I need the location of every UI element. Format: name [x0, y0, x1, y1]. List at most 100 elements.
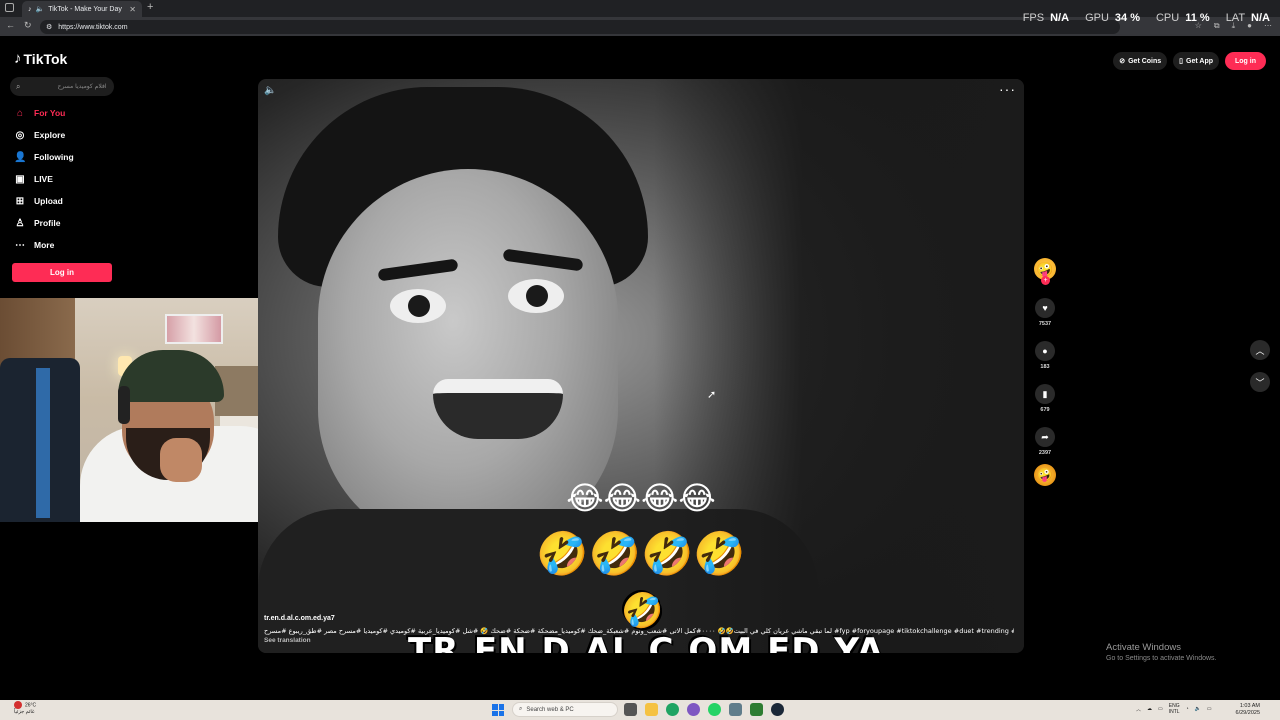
live-icon: ▣ — [15, 173, 25, 185]
back-icon[interactable]: ← — [6, 20, 15, 30]
emoji-row-rofl: 🤣🤣🤣🤣 — [536, 529, 746, 578]
speaker-tray-icon[interactable]: 🔈 — [1195, 706, 1201, 712]
phone-icon: ▯ — [1179, 58, 1184, 65]
sidebar-item-label: Upload — [34, 196, 63, 206]
video-author[interactable]: tr.en.d.al.c.om.ed.ya7 — [264, 615, 335, 622]
gpu-stat: GPU 34 % — [1085, 12, 1140, 24]
user-follow-icon: 👤 — [14, 151, 27, 163]
author-avatar[interactable]: 🤪 + — [1034, 258, 1056, 285]
share-arrow-icon: ➦ — [1041, 431, 1049, 442]
like-button[interactable]: ♥ — [1035, 298, 1055, 318]
sidebar-item-upload[interactable]: ⊞ Upload — [14, 190, 74, 212]
tab-title: TikTok - Make Your Day — [48, 5, 122, 13]
network-icon[interactable]: ▭ — [1158, 706, 1163, 712]
sidebar-item-for-you[interactable]: ⌂ For You — [14, 102, 74, 124]
comment-button[interactable]: ● — [1035, 341, 1055, 361]
music-disc-icon[interactable]: 🤪 — [1034, 464, 1056, 486]
cloud-icon[interactable]: ☁ — [1147, 706, 1152, 712]
video-actions: 🤪 + ♥ 7537 ● 183 ▮ 679 ➦ 2397 🤪 — [1033, 258, 1057, 486]
sidebar-item-label: For You — [34, 108, 66, 118]
new-tab-button[interactable]: + — [147, 1, 153, 13]
video-player[interactable]: 🔈 ··· 😂😂😂😂 🤣🤣🤣🤣 🤣 TR.EN.D.AL.C.OM.ED.YA … — [258, 79, 1024, 653]
weather-desc: غائم جزئياً — [14, 709, 35, 716]
volume-icon[interactable]: 🔈 — [264, 85, 276, 96]
tab-actions-icon[interactable] — [5, 3, 14, 12]
browser-tab[interactable]: ♪ 🔈 TikTok - Make Your Day ✕ — [22, 1, 142, 17]
search-input[interactable] — [26, 83, 107, 90]
taskbar-apps — [624, 703, 784, 716]
coin-icon: ⊘ — [1119, 58, 1126, 65]
wall-painting — [165, 314, 223, 344]
sidebar-item-more[interactable]: ⋯ More — [14, 234, 74, 256]
taskbar-search[interactable]: ⌕ Search web & PC — [512, 702, 618, 717]
share-button[interactable]: ➦ — [1035, 427, 1055, 447]
plus-square-icon: ⊞ — [15, 195, 25, 207]
file-explorer-icon[interactable] — [645, 703, 658, 716]
battery-icon[interactable]: ▭ — [1207, 706, 1212, 712]
person-icon: ♙ — [15, 217, 25, 229]
bookmark-icon: ▮ — [1042, 388, 1048, 399]
get-app-button[interactable]: ▯ Get App — [1173, 52, 1219, 70]
see-translation-link[interactable]: See translation — [264, 637, 311, 644]
chrome-icon[interactable] — [666, 703, 679, 716]
tiktok-logo[interactable]: ♪ TikTok — [14, 50, 67, 67]
sidebar-item-label: Following — [34, 152, 74, 162]
site-info-icon[interactable]: ⚙ — [46, 23, 52, 31]
save-button[interactable]: ▮ — [1035, 384, 1055, 404]
calculator-icon[interactable] — [729, 703, 742, 716]
sidebar-item-profile[interactable]: ♙ Profile — [14, 212, 74, 234]
address-bar[interactable]: ⚙ https://www.tiktok.com — [40, 20, 1120, 34]
whatsapp-icon[interactable] — [708, 703, 721, 716]
video-subject-eye — [390, 289, 446, 323]
taskbar-clock[interactable]: 1:03 AM 6/29/2025 — [1236, 703, 1260, 717]
home-icon: ⌂ — [16, 107, 24, 119]
sidebar-login-button[interactable]: Log in — [12, 263, 112, 282]
speaker-icon[interactable]: 🔈 — [36, 5, 45, 13]
task-view-icon[interactable] — [624, 703, 637, 716]
tiktok-note-icon: ♪ — [14, 50, 22, 67]
close-tab-icon[interactable]: ✕ — [129, 5, 136, 14]
sidebar-item-label: Profile — [34, 218, 61, 228]
windows-start-icon[interactable] — [492, 704, 504, 716]
get-app-label: Get App — [1186, 57, 1213, 65]
clock-time: 1:03 AM — [1239, 703, 1260, 709]
sidebar-item-live[interactable]: ▣ LIVE — [14, 168, 74, 190]
tiktok-page: ♪ TikTok ⌕ ⌂ For You ◎ Explore 👤 Followi… — [0, 36, 1280, 700]
language-indicator[interactable]: ENG INTL — [1169, 703, 1180, 715]
streaming-app-icon[interactable] — [750, 703, 763, 716]
streamer-headset — [118, 386, 130, 424]
next-video-button[interactable]: ﹀ — [1250, 372, 1270, 392]
weather-icon — [14, 701, 22, 709]
reload-icon[interactable]: ↻ — [24, 20, 32, 31]
weather-widget[interactable]: 26°C غائم جزئياً — [14, 701, 36, 716]
compass-icon: ◎ — [15, 129, 25, 141]
sidebar-item-explore[interactable]: ◎ Explore — [14, 124, 74, 146]
video-more-icon[interactable]: ··· — [999, 81, 1016, 97]
weather-temp: 26°C — [25, 702, 37, 709]
follow-plus-icon[interactable]: + — [1041, 276, 1050, 285]
logo-text: TikTok — [23, 50, 68, 67]
tray-chevron-up-icon[interactable]: ︿ — [1136, 706, 1141, 713]
clock-date: 6/29/2025 — [1235, 710, 1260, 716]
performance-overlay: FPS N/A GPU 34 % CPU 11 % LAT N/A — [1023, 12, 1270, 24]
get-coins-button[interactable]: ⊘ Get Coins — [1113, 52, 1168, 70]
previous-video-button[interactable]: ︿ — [1250, 340, 1270, 360]
share-count: 2397 — [1038, 450, 1052, 456]
sidebar-item-following[interactable]: 👤 Following — [14, 146, 74, 168]
video-subject-eye — [508, 279, 564, 313]
header-login-label: Log in — [1235, 57, 1256, 65]
streamer-cap — [118, 350, 224, 402]
video-caption: لما تبقي ماشي عريان كلي في البيت🤣🤣 ٠٠٠٠#… — [264, 627, 1014, 635]
wifi-icon[interactable]: ◔ — [1186, 706, 1189, 712]
activate-subtitle: Go to Settings to activate Windows. — [1106, 655, 1217, 662]
mouse-cursor-icon: ➚ — [707, 389, 717, 401]
search-icon: ⌕ — [519, 706, 523, 712]
messenger-icon[interactable] — [687, 703, 700, 716]
cpu-stat: CPU 11 % — [1155, 12, 1210, 24]
address-url: https://www.tiktok.com — [58, 23, 128, 31]
streamer-hand — [160, 438, 202, 482]
header-login-button[interactable]: Log in — [1225, 52, 1266, 70]
steam-icon[interactable] — [771, 703, 784, 716]
search-box[interactable]: ⌕ — [10, 77, 114, 96]
like-count: 7537 — [1038, 321, 1052, 327]
